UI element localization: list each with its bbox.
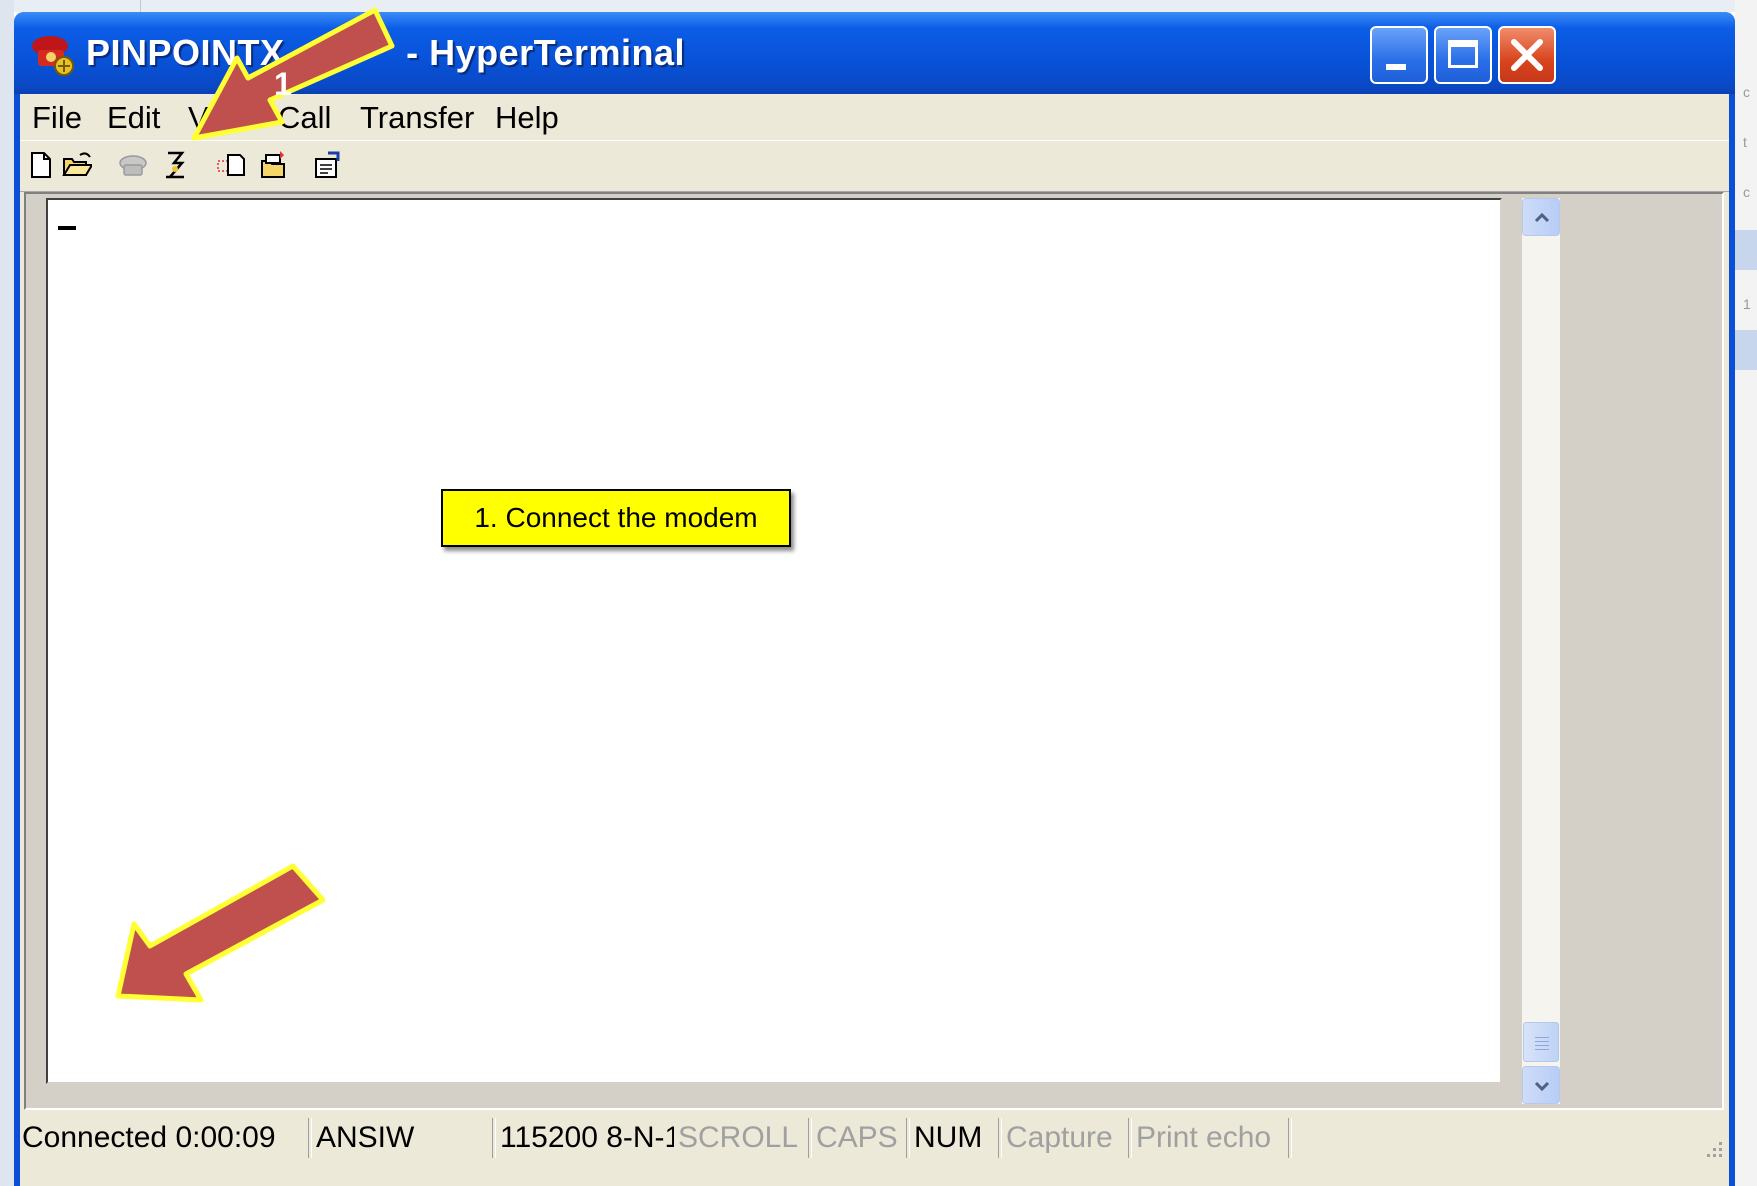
annotation-arrows bbox=[115, 7, 395, 1003]
arrow-status bbox=[115, 863, 326, 1003]
arrow-number-label: 1 bbox=[274, 66, 292, 102]
arrow-toolbar bbox=[191, 7, 395, 141]
